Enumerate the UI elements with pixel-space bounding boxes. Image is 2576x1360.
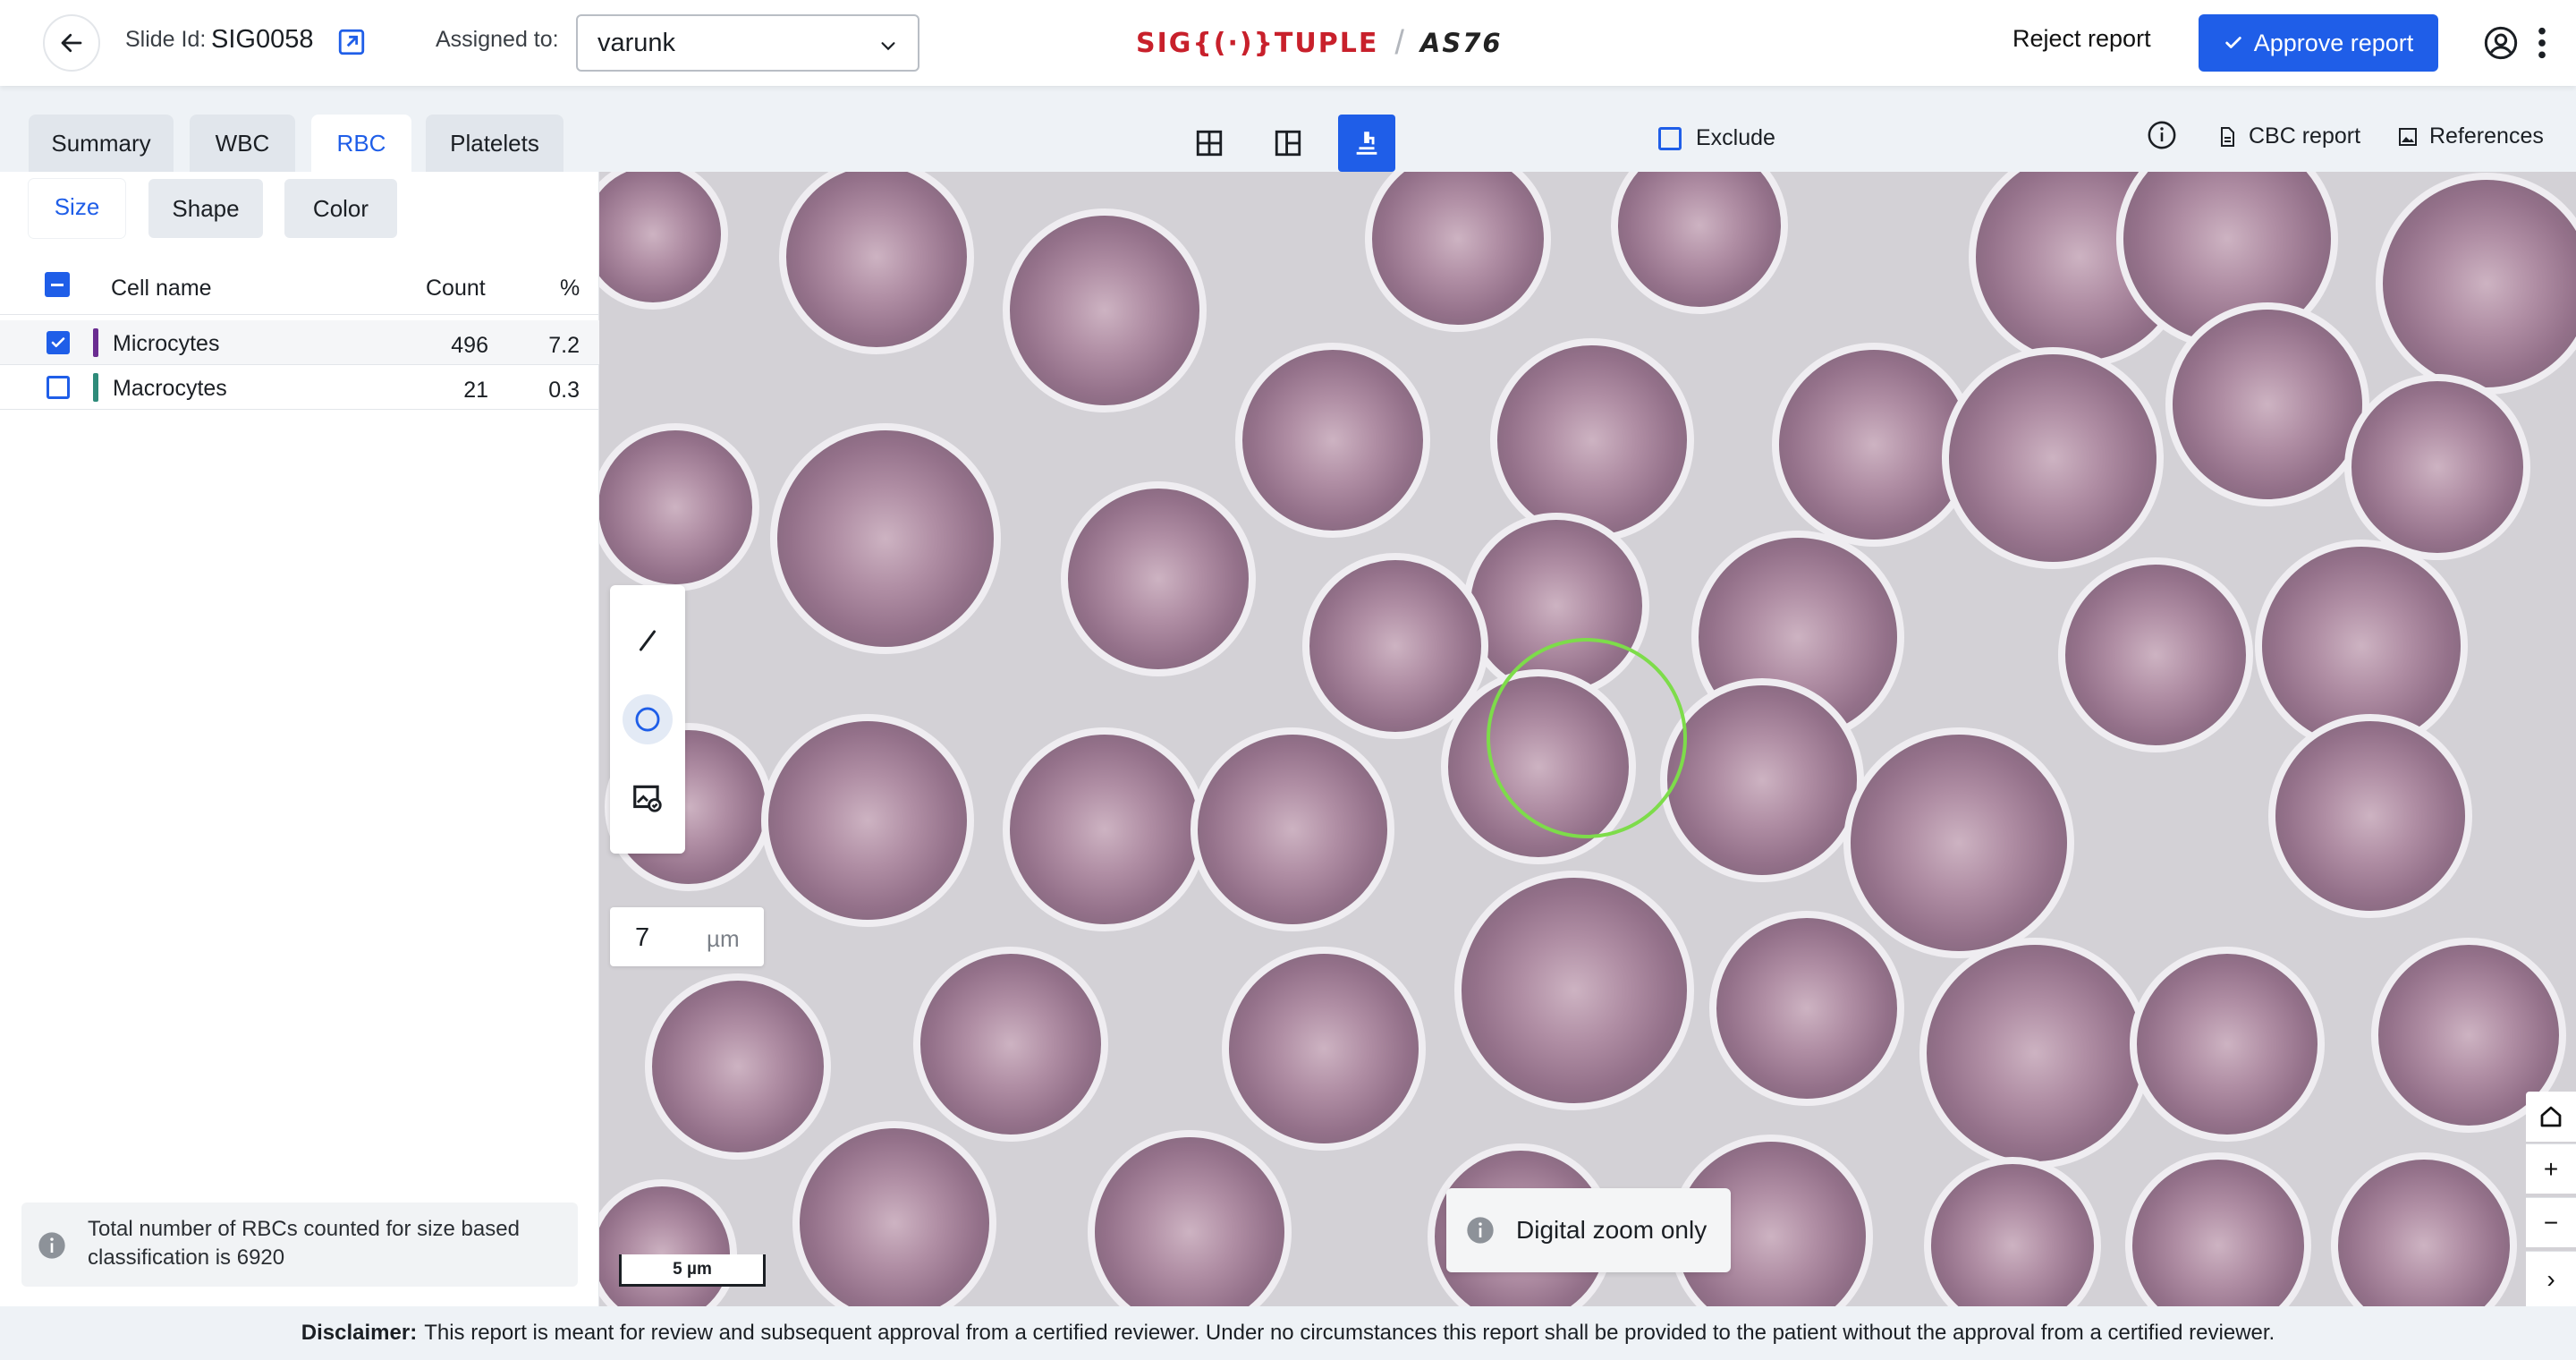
cell-name: Macrocytes — [113, 376, 227, 401]
rbc-subtabs: Size Shape Color — [0, 172, 599, 245]
references-button[interactable]: References — [2397, 123, 2544, 149]
assignee-dropdown[interactable]: varunk — [576, 14, 919, 72]
zoom-notice-text: Digital zoom only — [1516, 1216, 1707, 1244]
circle-tool-button[interactable] — [623, 694, 673, 744]
more-options-button[interactable] — [2533, 25, 2551, 61]
chevron-down-icon — [881, 42, 895, 51]
back-button[interactable] — [43, 14, 100, 72]
info-text: Total number of RBCs counted for size ba… — [88, 1217, 520, 1270]
zoom-in-button[interactable]: + — [2526, 1143, 2576, 1194]
approve-report-button[interactable]: Approve report — [2199, 14, 2438, 72]
row-checkbox[interactable] — [47, 376, 70, 399]
blood-smear-image — [599, 172, 2576, 1306]
tab-rbc[interactable]: RBC — [311, 115, 411, 172]
zoom-out-button[interactable]: − — [2526, 1197, 2576, 1247]
measure-unit: µm — [707, 925, 740, 952]
kebab-icon — [2538, 27, 2546, 59]
cell-percent: 0.3 — [548, 378, 580, 403]
info-circle-icon — [1467, 1217, 1494, 1244]
check-icon — [2224, 37, 2241, 48]
open-external-icon — [338, 29, 365, 55]
color-swatch — [93, 373, 98, 402]
info-button[interactable] — [2147, 120, 2177, 150]
top-header: Slide Id: SIG0058 Assigned to: varunk SI… — [0, 0, 2576, 86]
disclaimer-label: Disclaimer: — [301, 1321, 418, 1345]
cell-name: Microcytes — [113, 331, 220, 356]
table-header: Cell name Count % — [0, 258, 599, 315]
line-tool-button[interactable] — [623, 616, 673, 666]
info-circle-icon — [38, 1232, 65, 1259]
circle-tool-icon — [635, 707, 660, 732]
table-row[interactable]: Microcytes 496 7.2 — [0, 320, 599, 365]
table-row[interactable]: Macrocytes 21 0.3 — [0, 365, 599, 410]
subtab-shape[interactable]: Shape — [148, 179, 263, 238]
row-checkbox[interactable] — [47, 331, 70, 354]
disclaimer-text: This report is meant for review and subs… — [424, 1321, 2275, 1345]
measure-value: 7 — [635, 923, 650, 952]
reject-report-button[interactable]: Reject report — [2012, 25, 2151, 53]
logo-brand: SIG{(·)}TUPLE — [1136, 27, 1379, 59]
category-tabs: Summary WBC RBC Platelets — [0, 86, 599, 172]
color-swatch — [93, 328, 98, 357]
slide-image-viewer[interactable]: 7 µm 5 µm Digital zoom only + − › — [599, 172, 2576, 1306]
column-cell-name: Cell name — [111, 276, 212, 301]
scale-bar: 5 µm — [619, 1254, 766, 1287]
cbc-report-label: CBC report — [2249, 123, 2361, 149]
select-all-checkbox[interactable] — [45, 272, 70, 297]
cell-percent: 7.2 — [548, 333, 580, 358]
assigned-to-label: Assigned to: — [436, 27, 559, 52]
info-circle-icon — [2148, 121, 2176, 149]
slide-id-label: Slide Id: — [125, 27, 207, 52]
layout-icon — [1275, 130, 1301, 157]
microscope-icon — [1356, 132, 1377, 155]
user-circle-icon — [2484, 26, 2518, 60]
profile-button[interactable] — [2483, 25, 2519, 61]
references-label: References — [2429, 123, 2544, 149]
split-view-button[interactable] — [1259, 115, 1317, 172]
column-percent: % — [560, 276, 580, 301]
exclude-checkbox[interactable] — [1658, 126, 1682, 150]
expand-panel-button[interactable]: › — [2526, 1251, 2576, 1306]
tab-wbc[interactable]: WBC — [190, 115, 295, 172]
microscope-view-button[interactable] — [1338, 115, 1395, 172]
image-edit-button[interactable] — [623, 773, 673, 823]
line-tool-icon — [640, 630, 656, 651]
logo-separator: / — [1394, 23, 1404, 62]
measure-input[interactable]: 7 µm — [610, 907, 764, 966]
document-icon — [2221, 126, 2234, 147]
open-slide-button[interactable] — [336, 27, 367, 57]
arrow-left-icon — [61, 33, 82, 53]
exclude-toggle[interactable]: Exclude — [1658, 125, 1775, 151]
exclude-label: Exclude — [1696, 125, 1775, 150]
grid-view-button[interactable] — [1181, 115, 1238, 172]
cell-count: 496 — [451, 333, 488, 358]
tab-platelets[interactable]: Platelets — [426, 115, 564, 172]
image-icon — [2399, 127, 2417, 146]
tab-summary[interactable]: Summary — [29, 115, 174, 172]
home-view-button[interactable] — [2526, 1092, 2576, 1142]
column-count: Count — [426, 276, 486, 301]
slide-id-value: SIG0058 — [211, 25, 314, 54]
image-edit-icon — [633, 785, 662, 812]
assignee-value: varunk — [597, 28, 676, 57]
annotation-tools — [610, 585, 685, 854]
rbc-total-info: Total number of RBCs counted for size ba… — [21, 1203, 578, 1287]
check-icon — [51, 337, 65, 348]
sigtuple-logo: SIG{(·)}TUPLE / AS76 — [1136, 16, 1503, 70]
viewer-toolbar: Exclude CBC report References — [599, 86, 2576, 172]
logo-model: AS76 — [1419, 28, 1503, 58]
cell-count: 21 — [463, 378, 488, 403]
approve-report-label: Approve report — [2253, 29, 2414, 56]
digital-zoom-notice: Digital zoom only — [1446, 1188, 1731, 1272]
left-panel: Summary WBC RBC Platelets Size Shape Col… — [0, 86, 599, 1306]
home-icon — [2540, 1106, 2562, 1127]
disclaimer-footer: Disclaimer: This report is meant for rev… — [0, 1306, 2576, 1360]
subtab-color[interactable]: Color — [284, 179, 397, 238]
subtab-size[interactable]: Size — [29, 179, 125, 238]
cbc-report-button[interactable]: CBC report — [2216, 123, 2360, 149]
grid-4-icon — [1196, 130, 1223, 157]
